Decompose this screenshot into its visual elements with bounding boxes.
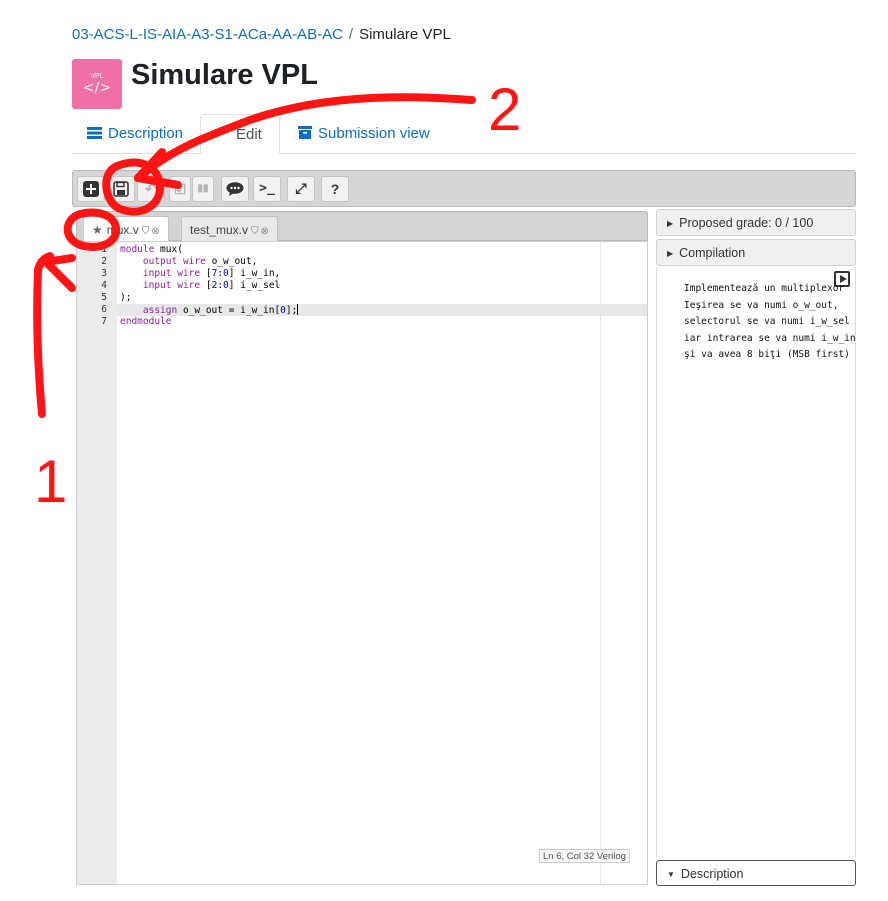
line-number: 7 bbox=[101, 316, 107, 327]
console-line: Implementează un multiplexor bbox=[684, 283, 845, 294]
proposed-grade-section[interactable]: ▶ Proposed grade: 0 / 100 bbox=[656, 209, 856, 236]
speech-bubble-icon bbox=[226, 182, 244, 196]
console-line: selectorul se va numi i_w_sel bbox=[684, 316, 850, 327]
breadcrumb-current: Simulare VPL bbox=[359, 26, 451, 43]
list-icon bbox=[87, 126, 102, 143]
code-line[interactable]: ); bbox=[120, 292, 131, 304]
save-icon bbox=[113, 181, 129, 197]
code-token: [ bbox=[200, 280, 212, 291]
code-token: assign bbox=[142, 305, 178, 316]
line-number: 2 bbox=[101, 256, 107, 267]
tab-description[interactable]: Description bbox=[72, 114, 198, 154]
new-file-button[interactable] bbox=[77, 176, 105, 202]
editor-toolbar: ↶ ☑ ▮▮ >_ ⤢ ? bbox=[72, 170, 856, 207]
star-icon: ★ bbox=[92, 223, 103, 237]
description-section-label: Description bbox=[680, 867, 744, 881]
file-tabs-bar: ★ mux.v ⛉ ⊗ test_mux.v ⛉ ⊗ bbox=[76, 211, 648, 242]
fullscreen-button[interactable]: ⤢ bbox=[287, 176, 315, 202]
tab-submission-label: Submission view bbox=[318, 125, 430, 142]
breadcrumb-separator: / bbox=[348, 26, 354, 43]
page-title: Simulare VPL bbox=[131, 59, 318, 91]
line-number: 3 bbox=[101, 268, 107, 279]
annotation-label-1: 1 bbox=[34, 448, 68, 515]
breadcrumb: 03-ACS-L-IS-AIA-A3-S1-ACa-AA-AB-AC / Simul… bbox=[72, 26, 451, 43]
code-icon: </> bbox=[82, 80, 112, 96]
shield-icon: ⛉ bbox=[251, 226, 259, 237]
breadcrumb-course-link[interactable]: 03-ACS-L-IS-AIA-A3-S1-ACa-AA-AB-AC bbox=[72, 26, 343, 43]
annotation-label-2: 2 bbox=[488, 76, 522, 143]
console-line: şi va avea 8 biţi (MSB first) bbox=[684, 349, 850, 360]
tab-edit-label: Edit bbox=[236, 126, 262, 143]
code-token: o_w_out = i_w_in[ bbox=[177, 305, 281, 316]
console-output: Implementează un multiplexor Ieşirea se v… bbox=[656, 267, 856, 857]
archive-icon bbox=[298, 126, 312, 143]
code-token: ] i_w_sel bbox=[228, 280, 281, 291]
code-token: endmodule bbox=[120, 316, 172, 327]
code-line[interactable]: output wire o_w_out, bbox=[120, 256, 257, 268]
print-margin bbox=[600, 242, 601, 884]
annotation-arrow-1-head bbox=[37, 254, 76, 292]
activity-tabs: Description Edit Submission view bbox=[72, 114, 856, 155]
console-line: Ieşirea se va numi o_w_out, bbox=[684, 299, 839, 311]
code-line[interactable]: endmodule bbox=[120, 316, 171, 328]
console-button[interactable]: >_ bbox=[253, 176, 281, 202]
text-cursor bbox=[297, 304, 299, 315]
close-icon[interactable]: ⊗ bbox=[151, 226, 159, 237]
line-number: 1 bbox=[101, 244, 107, 255]
shield-icon: ⛉ bbox=[141, 226, 150, 237]
code-line[interactable]: input wire [7:0] i_w_in, bbox=[120, 268, 280, 280]
code-line[interactable]: module mux( bbox=[120, 244, 183, 256]
editor-status-bar: Ln 6, Col 32 Verilog bbox=[539, 849, 630, 863]
proposed-grade-label: Proposed grade: 0 / 100 bbox=[679, 216, 814, 230]
code-line[interactable]: input wire [2:0] i_w_sel bbox=[120, 280, 280, 292]
line-number-gutter: 1234567 bbox=[77, 242, 117, 884]
help-button[interactable]: ? bbox=[321, 176, 349, 202]
close-icon[interactable]: ⊗ bbox=[261, 226, 269, 237]
code-token: wire bbox=[177, 280, 201, 291]
caret-right-icon: ▶ bbox=[667, 249, 674, 258]
file-tab-test-mux[interactable]: test_mux.v ⛉ ⊗ bbox=[181, 216, 278, 242]
compilation-label: Compilation bbox=[679, 246, 746, 260]
caret-right-icon: ▶ bbox=[667, 219, 674, 228]
run-button[interactable]: ▮▮ bbox=[192, 176, 214, 202]
tab-description-label: Description bbox=[108, 125, 184, 142]
file-tab-test-mux-label: test_mux.v bbox=[190, 223, 249, 237]
file-tab-mux[interactable]: ★ mux.v ⛉ ⊗ bbox=[83, 216, 169, 242]
file-tab-mux-label: mux.v bbox=[106, 223, 139, 237]
comments-button[interactable] bbox=[221, 176, 249, 202]
code-token: output bbox=[142, 256, 178, 267]
save-button[interactable] bbox=[107, 176, 135, 202]
code-token: wire bbox=[182, 256, 206, 267]
code-token: ]; bbox=[285, 305, 298, 316]
code-token: input bbox=[142, 268, 172, 279]
tab-submission-view[interactable]: Submission view bbox=[283, 114, 445, 154]
compilation-section[interactable]: ▶ Compilation bbox=[656, 239, 856, 266]
description-section[interactable]: ▼ Description bbox=[656, 860, 856, 886]
console-line: iar intrarea se va numi i_w_in bbox=[684, 332, 856, 344]
vpl-icon-label: VPL bbox=[90, 73, 104, 80]
tab-edit[interactable]: Edit bbox=[200, 114, 280, 155]
code-token: [ bbox=[200, 268, 212, 279]
caret-down-icon: ▼ bbox=[667, 870, 675, 879]
line-number: 4 bbox=[101, 280, 107, 291]
code-token: wire bbox=[177, 268, 201, 279]
code-token: mux( bbox=[154, 244, 183, 255]
code-token: input bbox=[142, 280, 172, 291]
line-number: 6 bbox=[101, 304, 107, 315]
code-token: ] i_w_in, bbox=[228, 268, 281, 279]
evaluate-button[interactable]: ☑ bbox=[169, 176, 191, 202]
plus-icon bbox=[83, 181, 99, 197]
code-token: ); bbox=[120, 292, 132, 303]
undo-button[interactable]: ↶ bbox=[137, 176, 165, 202]
code-token: module bbox=[120, 244, 155, 255]
vpl-activity-icon: VPL </> bbox=[72, 59, 122, 109]
line-number: 5 bbox=[101, 292, 107, 303]
code-token: o_w_out, bbox=[205, 256, 258, 267]
code-editor[interactable]: 1234567 module mux( output wire o_w_out,… bbox=[76, 241, 648, 885]
annotation-arrow-1 bbox=[33, 252, 54, 418]
